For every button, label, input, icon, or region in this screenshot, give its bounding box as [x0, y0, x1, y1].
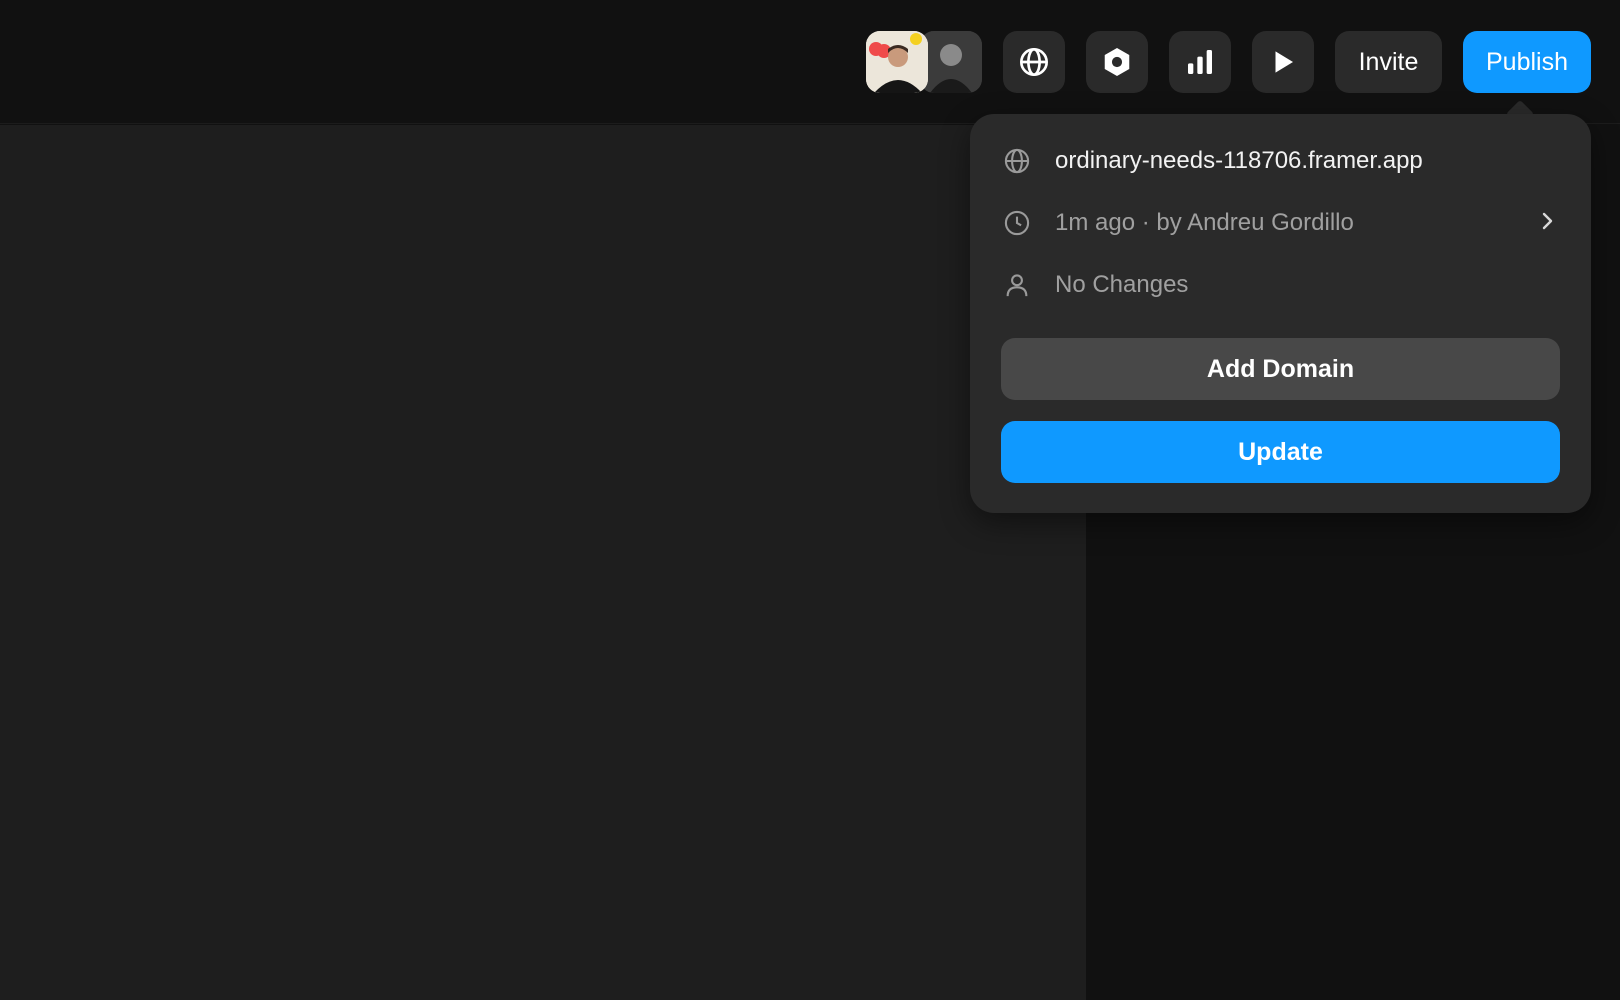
settings-button[interactable] — [1086, 31, 1148, 93]
globe-icon — [1020, 48, 1048, 76]
changes-status-text: No Changes — [1055, 271, 1189, 298]
current-user-avatar[interactable] — [866, 31, 928, 93]
analytics-button[interactable] — [1169, 31, 1231, 93]
hexagon-settings-icon — [1104, 48, 1130, 76]
update-button[interactable]: Update — [1001, 421, 1560, 483]
play-icon — [1275, 51, 1293, 73]
preview-button[interactable] — [1252, 31, 1314, 93]
publish-button[interactable]: Publish — [1463, 31, 1591, 93]
top-toolbar: Invite Publish — [0, 0, 1620, 124]
canvas-area[interactable] — [0, 125, 1086, 1000]
last-published-text: 1m ago · by Andreu Gordillo — [1055, 209, 1354, 236]
collaborator-avatar[interactable] — [920, 31, 982, 93]
globe-button[interactable] — [1003, 31, 1065, 93]
bar-chart-icon — [1188, 50, 1212, 74]
globe-icon — [1003, 147, 1031, 175]
domain-row[interactable]: ordinary-needs-118706.framer.app — [970, 136, 1591, 186]
user-icon — [1003, 271, 1031, 299]
domain-link[interactable]: ordinary-needs-118706.framer.app — [1055, 147, 1423, 175]
changes-row: No Changes — [970, 260, 1591, 310]
clock-icon — [1003, 209, 1031, 237]
last-published-row[interactable]: 1m ago · by Andreu Gordillo — [970, 198, 1591, 248]
chevron-right-icon[interactable] — [1537, 209, 1557, 233]
add-domain-button[interactable]: Add Domain — [1001, 338, 1560, 400]
invite-button[interactable]: Invite — [1335, 31, 1442, 93]
